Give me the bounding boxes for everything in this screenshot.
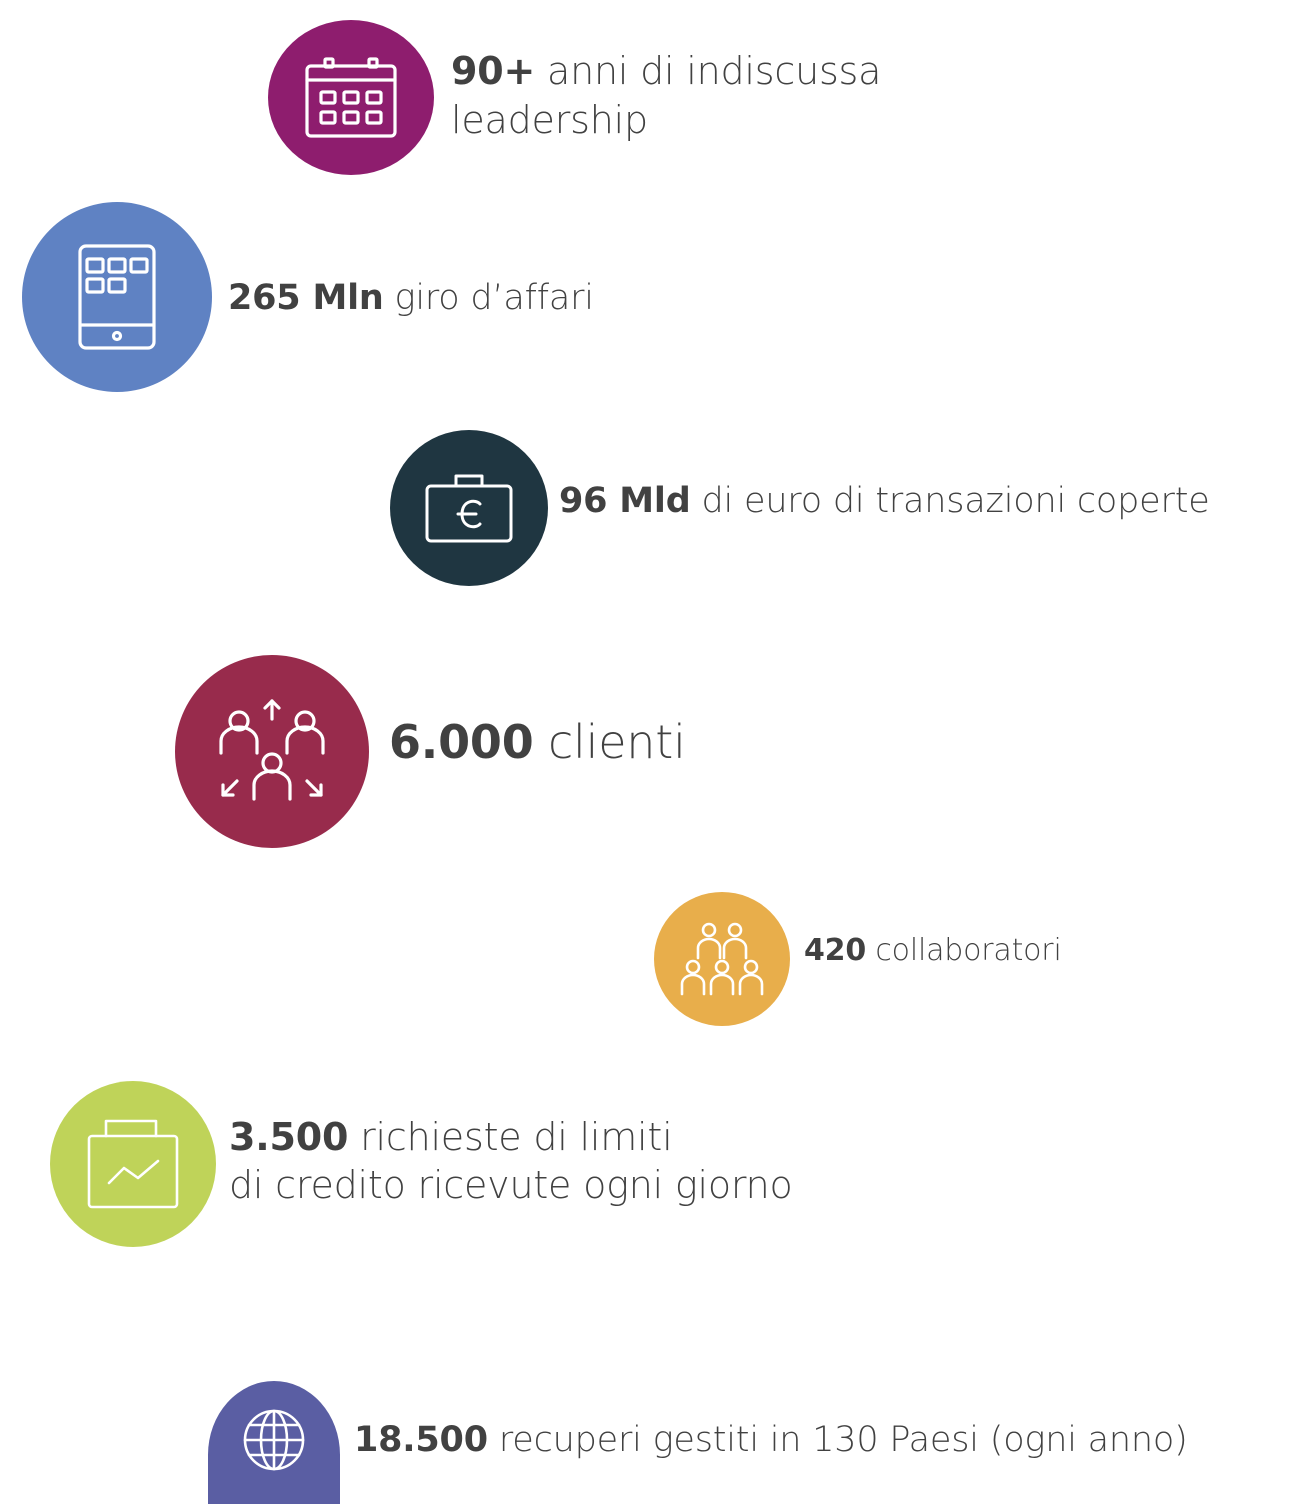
stat-turnover-label: giro d’affari (394, 278, 594, 318)
stat-clients-label: clienti (547, 715, 686, 769)
stat-recoveries-value: 18.500 (354, 1420, 488, 1460)
stat-requests-text: 3.500 richieste di limiti di credito ric… (229, 1113, 793, 1209)
stat-turnover-text: 265 Mln giro d’affari (228, 276, 594, 320)
globe-icon (242, 1408, 306, 1472)
stat-recoveries-text: 18.500 recuperi gestiti in 130 Paesi (og… (354, 1418, 1188, 1462)
stat-clients-circle (175, 655, 369, 848)
stat-years-value: 90+ (451, 49, 536, 93)
stat-collaborators-label: collaboratori (875, 933, 1062, 968)
stat-transactions-label: di euro di transazioni coperte (701, 481, 1210, 521)
stat-recoveries-circle (208, 1381, 340, 1504)
stat-collaborators-circle (654, 892, 790, 1026)
stat-years-circle (268, 20, 434, 175)
calendar-icon (303, 56, 399, 140)
stat-turnover-circle (22, 202, 212, 392)
stat-clients-value: 6.000 (389, 715, 534, 769)
people-network-icon (215, 698, 329, 805)
stat-clients-text: 6.000 clienti (389, 714, 686, 770)
stat-transactions-text: 96 Mld di euro di transazioni coperte (559, 479, 1210, 523)
stat-transactions-value: 96 Mld (559, 481, 691, 521)
chart-briefcase-icon (86, 1118, 180, 1210)
euro-briefcase-icon (424, 472, 514, 544)
stat-recoveries-label: recuperi gestiti in 130 Paesi (ogni anno… (498, 1420, 1188, 1460)
stat-turnover-value: 265 Mln (228, 278, 384, 318)
stat-requests-value: 3.500 (229, 1115, 349, 1159)
tablet-icon (77, 243, 157, 351)
stat-transactions-circle (390, 430, 548, 586)
stat-collaborators-value: 420 (804, 933, 867, 968)
stat-requests-label-line2: di credito ricevute ogni giorno (229, 1163, 793, 1207)
stat-requests-circle (50, 1081, 216, 1247)
stat-requests-label: richieste di limiti (360, 1115, 673, 1159)
stat-years-text: 90+ anni di indiscussa leadership (451, 47, 881, 145)
team-icon (677, 922, 767, 996)
stat-years-label-line2: leadership (451, 98, 648, 142)
stat-years-label: anni di indiscussa (547, 49, 882, 93)
stat-collaborators-text: 420 collaboratori (804, 932, 1062, 970)
